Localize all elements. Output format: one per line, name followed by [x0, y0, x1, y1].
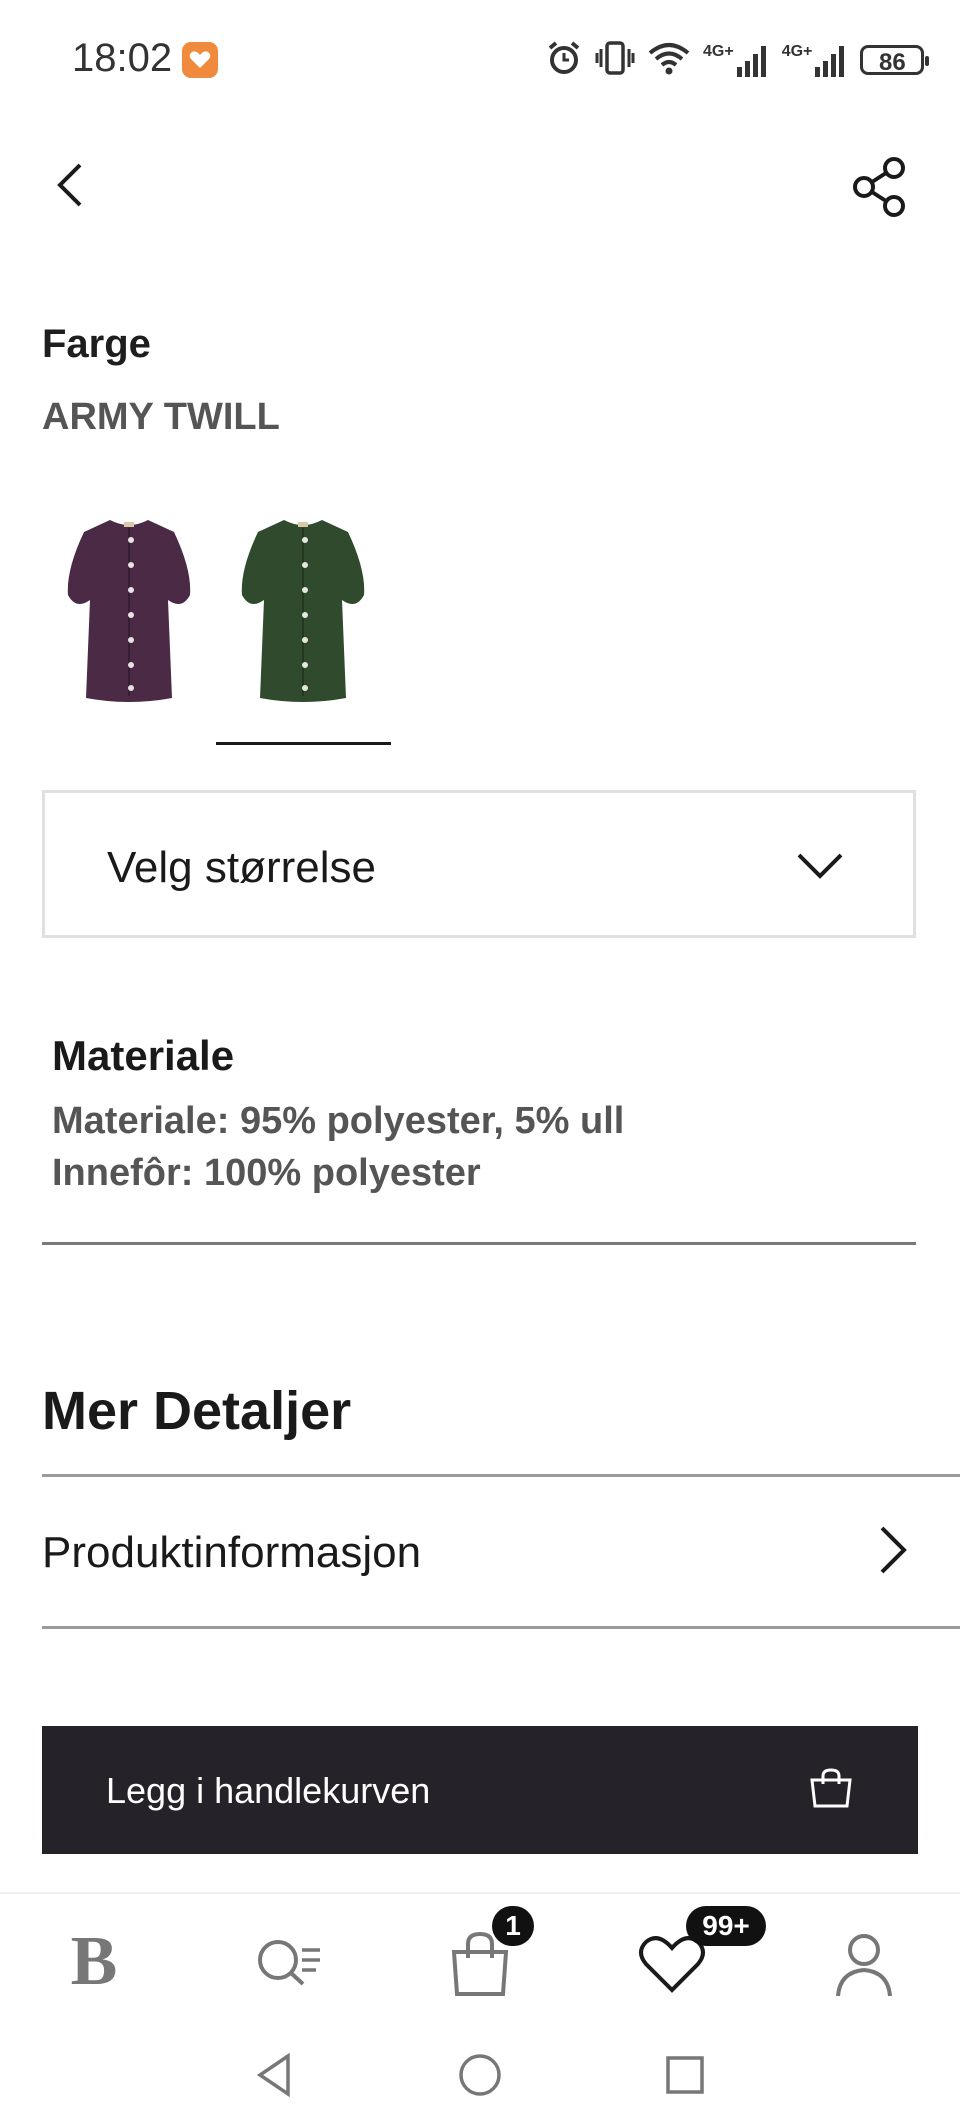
color-swatch-purple[interactable] [42, 500, 217, 730]
divider [42, 1474, 960, 1477]
material-title: Materiale [52, 1032, 235, 1079]
nav-shopping-bag[interactable]: 1 [440, 1906, 534, 2002]
shopping-bag-icon [810, 1768, 852, 1808]
dress-thumbnail-green [241, 520, 365, 702]
selected-swatch-indicator [216, 742, 391, 745]
status-icons: 4G+ 4G+ 86 [545, 38, 930, 82]
brand-logo-icon: B [70, 1923, 118, 2000]
system-navigation-bar [0, 2030, 960, 2127]
status-time: 18:02 [72, 36, 173, 80]
material-composition: Materiale: 95% polyester, 5% ull [52, 1100, 625, 1142]
chevron-right-icon [880, 1526, 907, 1574]
wifi-icon [647, 39, 691, 82]
product-information-row[interactable]: Produktinformasjon [42, 1478, 960, 1626]
color-swatch-green[interactable] [216, 500, 391, 730]
add-to-cart-label: Legg i handlekurven [106, 1770, 431, 1811]
circle-home-icon [459, 2054, 501, 2096]
app-notification-icon [182, 42, 218, 78]
nav-search[interactable] [248, 1922, 328, 2002]
share-button[interactable] [848, 152, 912, 222]
user-icon [836, 1934, 892, 1997]
system-home-button[interactable] [455, 2050, 505, 2100]
dress-thumbnail-purple [67, 520, 191, 702]
signal-icon-2: 4G+ [782, 43, 849, 77]
cart-count-badge: 1 [492, 1906, 534, 1946]
product-information-label: Produktinformasjon [42, 1528, 422, 1577]
color-label: Farge [42, 322, 151, 366]
system-back-button[interactable] [250, 2050, 300, 2100]
color-value: ARMY TWILL [42, 396, 280, 438]
chevron-down-icon [797, 853, 843, 879]
search-menu-icon [258, 1940, 320, 1986]
size-select-label: Velg størrelse [107, 843, 376, 892]
divider [42, 1626, 960, 1629]
chevron-left-icon [57, 163, 82, 207]
signal-icon-1: 4G+ [703, 43, 770, 77]
nav-account[interactable] [824, 1922, 904, 2002]
nav-home[interactable]: B [54, 1922, 134, 2002]
battery-icon: 86 [860, 45, 930, 76]
size-select[interactable]: Velg størrelse [42, 790, 916, 938]
triangle-back-icon [256, 2052, 290, 2098]
back-button[interactable] [42, 150, 102, 220]
system-recents-button[interactable] [660, 2050, 710, 2100]
divider [42, 1242, 916, 1245]
square-recents-icon [666, 2056, 704, 2094]
nav-wishlist[interactable]: 99+ [632, 1906, 766, 2002]
share-icon [853, 157, 905, 217]
more-details-title: Mer Detaljer [42, 1381, 352, 1441]
alarm-icon [545, 39, 583, 82]
vibrate-icon [595, 39, 635, 82]
wishlist-count-badge: 99+ [686, 1906, 766, 1946]
bottom-navigation: B 1 99+ [0, 1892, 960, 2024]
add-to-cart-button[interactable]: Legg i handlekurven [42, 1726, 918, 1854]
lining-composition: Innefôr: 100% polyester [52, 1152, 481, 1194]
